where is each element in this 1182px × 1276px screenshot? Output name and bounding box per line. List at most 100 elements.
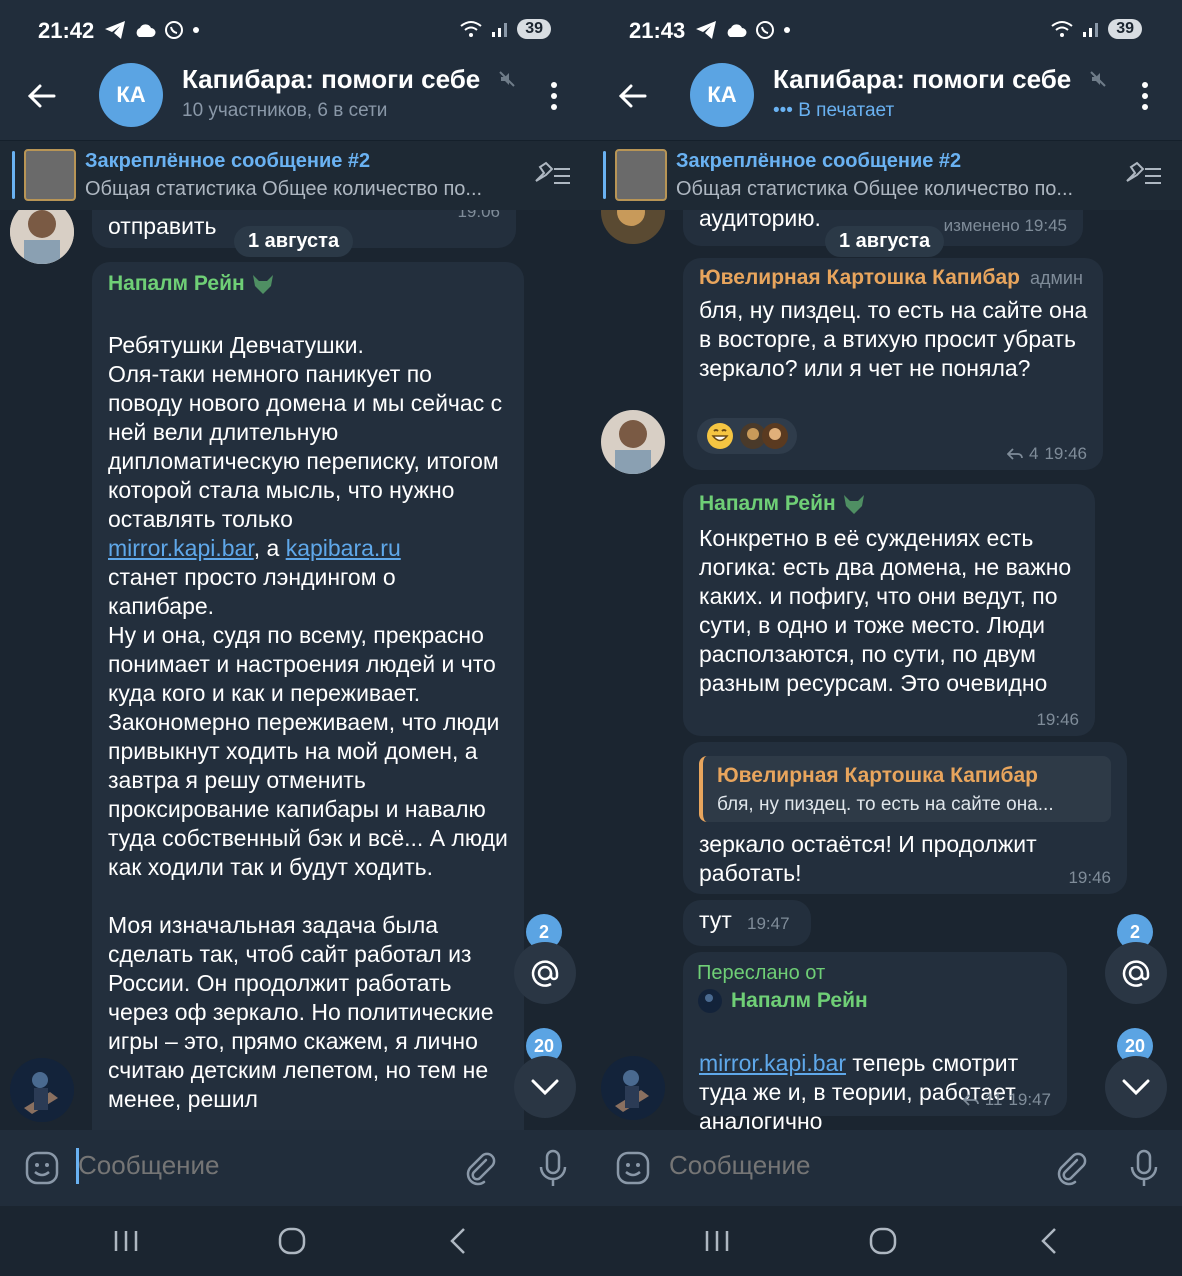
- pinned-message[interactable]: Закреплённое сообщение #2 Общая статисти…: [591, 140, 1182, 210]
- pin-list-icon[interactable]: [532, 161, 572, 191]
- mentions-button[interactable]: [514, 942, 576, 1004]
- sender-row: Ювелирная Картошка Капибар админ: [699, 266, 1083, 290]
- pinned-message[interactable]: Закреплённое сообщение #2 Общая статисти…: [0, 140, 591, 210]
- status-bar: 21:42 39: [0, 0, 591, 62]
- attach-icon[interactable]: [462, 1150, 498, 1186]
- message-input-bar: [591, 1130, 1182, 1206]
- forward-avatar: [698, 989, 722, 1013]
- admin-badge: админ: [1030, 268, 1083, 288]
- avatar[interactable]: [601, 410, 665, 474]
- reply-arrow-icon: [962, 1094, 979, 1106]
- scroll-down-button[interactable]: [1105, 1056, 1167, 1118]
- chat-header: КА Капибара: помоги себе ••• В печатает: [591, 62, 1182, 140]
- link-mirror[interactable]: mirror.kapi.bar: [108, 535, 254, 561]
- message-time: 19:06: [457, 210, 500, 221]
- pinned-title: Закреплённое сообщение #2: [85, 150, 371, 172]
- more-vert-icon[interactable]: [543, 76, 565, 116]
- pinned-title: Закреплённое сообщение #2: [676, 150, 962, 172]
- chevron-down-icon: [1122, 1079, 1150, 1096]
- typing-status: В печатает: [798, 100, 895, 121]
- forward-origin[interactable]: Напалм Рейн: [697, 988, 868, 1014]
- mic-icon[interactable]: [1127, 1148, 1161, 1188]
- status-right: 39: [459, 19, 551, 39]
- status-time: 21:42: [38, 18, 95, 43]
- more-vert-icon[interactable]: [1134, 76, 1156, 116]
- recent-apps-icon[interactable]: [106, 1224, 146, 1258]
- message-text: mirror.kapi.bar теперь смотрит туда же и…: [699, 1020, 1059, 1130]
- sender-name[interactable]: Ювелирная Картошка Капибар: [699, 266, 1020, 290]
- message-input[interactable]: [78, 1150, 438, 1181]
- message-list[interactable]: аудиторию. изменено 19:45 1 августа Ювел…: [591, 210, 1182, 1130]
- message-bubble[interactable]: Напалм Рейн Конкретно в её суждениях ест…: [683, 484, 1095, 736]
- message-list[interactable]: отправить 19:06 1 августа Напалм Рейн Ре…: [0, 210, 591, 1130]
- message-input[interactable]: [669, 1150, 1029, 1181]
- mic-icon[interactable]: [536, 1148, 570, 1188]
- sender-name[interactable]: Напалм Рейн: [699, 492, 836, 516]
- fox-icon: [843, 495, 864, 514]
- back-arrow-icon[interactable]: [615, 78, 651, 114]
- telegram-icon: [696, 21, 716, 39]
- avatar[interactable]: [10, 1058, 74, 1122]
- nav-back-icon[interactable]: [1031, 1224, 1071, 1258]
- scroll-down-button[interactable]: [514, 1056, 576, 1118]
- home-icon[interactable]: [272, 1224, 312, 1258]
- emoji-icon[interactable]: [24, 1150, 60, 1186]
- message-bubble[interactable]: Переслано от Напалм Рейн mirror.kapi.bar…: [683, 952, 1067, 1130]
- reply-sender: Ювелирная Картошка Капибар: [717, 764, 1038, 787]
- grinning-emoji-icon: [707, 423, 733, 449]
- reactions-row[interactable]: [697, 418, 797, 454]
- left-screen: 21:42 39 КА Капибара: помоги себе 10 уча…: [0, 0, 591, 1276]
- avatar[interactable]: [601, 1056, 665, 1120]
- avatar[interactable]: [10, 210, 74, 264]
- mention-icon: [531, 960, 559, 987]
- link-mirror[interactable]: mirror.kapi.bar: [699, 1050, 846, 1076]
- link-kapibara[interactable]: kapibara.ru: [286, 535, 401, 561]
- message-meta: 4 19:46: [1006, 444, 1087, 464]
- message-meta: 11 19:47: [962, 1090, 1051, 1110]
- chat-subtitle: 10 участников, 6 в сети: [182, 100, 388, 121]
- status-time: 21:43: [629, 18, 686, 43]
- emoji-icon[interactable]: [615, 1150, 651, 1186]
- mentions-button[interactable]: [1105, 942, 1167, 1004]
- message-text: Ребятушки Девчатушки. Оля-таки немного п…: [108, 302, 508, 1130]
- avatar[interactable]: [601, 210, 665, 244]
- pinned-indicator: [603, 151, 606, 199]
- chat-title[interactable]: Капибара: помоги себе: [773, 64, 1083, 95]
- message-bubble[interactable]: Напалм Рейн Ребятушки Девчатушки. Оля-та…: [92, 262, 524, 1130]
- fox-icon: [252, 275, 273, 294]
- forward-label: Переслано от: [697, 962, 826, 984]
- message-bubble[interactable]: тут 19:47: [683, 900, 811, 946]
- quoted-reply[interactable]: Ювелирная Картошка Капибар бля, ну пизде…: [699, 756, 1111, 822]
- pin-list-icon[interactable]: [1123, 161, 1163, 191]
- chat-title[interactable]: Капибара: помоги себе: [182, 64, 492, 95]
- chevron-down-icon: [531, 1079, 559, 1096]
- reply-text: бля, ну пиздец. то есть на сайте она...: [717, 794, 1054, 815]
- chat-avatar[interactable]: КА: [690, 63, 754, 127]
- pinned-text: Общая статистика Общее количество по...: [85, 178, 483, 200]
- status-bar: 21:43 39: [591, 0, 1182, 62]
- back-arrow-icon[interactable]: [24, 78, 60, 114]
- message-bubble[interactable]: Ювелирная Картошка Капибар админ бля, ну…: [683, 258, 1103, 470]
- dot-icon: [193, 27, 199, 33]
- signal-icon: [492, 23, 508, 37]
- message-text-part: , а: [253, 535, 286, 561]
- message-time: изменено 19:45: [943, 216, 1067, 235]
- mute-icon: [499, 71, 515, 87]
- signal-icon: [1083, 23, 1099, 37]
- recent-apps-icon[interactable]: [697, 1224, 737, 1258]
- message-text: зеркало остаётся! И продолжит работать!: [699, 831, 1037, 886]
- message-text-part: Ребятушки Девчатушки. Оля-таки немного п…: [108, 332, 503, 532]
- pinned-thumbnail: [24, 149, 76, 201]
- attach-icon[interactable]: [1053, 1150, 1089, 1186]
- chat-subtitle: ••• В печатает: [773, 100, 894, 122]
- nav-back-icon[interactable]: [440, 1224, 480, 1258]
- reply-count: 4: [1028, 444, 1039, 463]
- chat-avatar[interactable]: КА: [99, 63, 163, 127]
- home-icon[interactable]: [863, 1224, 903, 1258]
- pinned-thumbnail: [615, 149, 667, 201]
- message-bubble[interactable]: Ювелирная Картошка Капибар бля, ну пизде…: [683, 742, 1127, 894]
- telegram-icon: [105, 21, 125, 39]
- status-right: 39: [1050, 19, 1142, 39]
- chat-header: КА Капибара: помоги себе 10 участников, …: [0, 62, 591, 140]
- sender-name[interactable]: Напалм Рейн: [108, 272, 245, 296]
